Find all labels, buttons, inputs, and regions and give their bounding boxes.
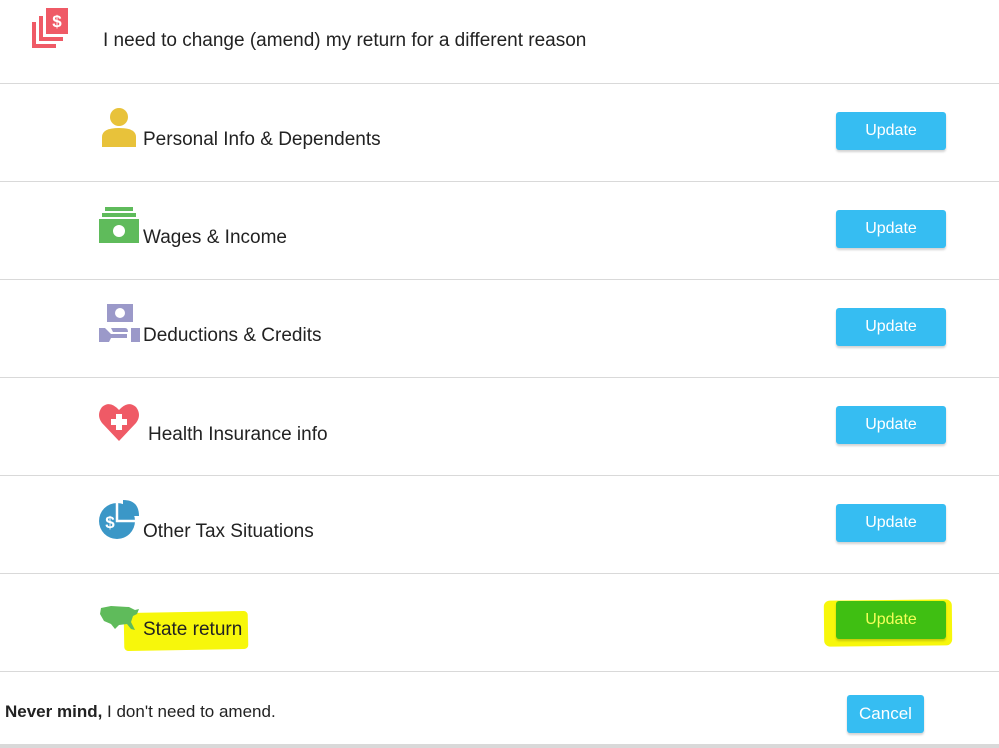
row-label: Personal Info & Dependents — [143, 129, 381, 150]
page-title: I need to change (amend) my return for a… — [103, 30, 587, 51]
row-label: Health Insurance info — [148, 424, 328, 445]
row-deductions-credits: Deductions & Credits Update — [0, 280, 999, 378]
row-personal-info: Personal Info & Dependents Update — [0, 84, 999, 182]
hand-money-icon — [99, 304, 140, 342]
update-other-tax-button[interactable]: Update — [836, 504, 946, 542]
row-wages-income: Wages & Income Update — [0, 182, 999, 280]
cash-icon — [99, 207, 139, 243]
never-mind-rest: I don't need to amend. — [102, 702, 276, 721]
row-other-tax: $ Other Tax Situations Update — [0, 476, 999, 574]
usa-map-icon — [100, 606, 139, 630]
heart-plus-icon — [99, 404, 139, 441]
update-wages-income-button[interactable]: Update — [836, 210, 946, 248]
footer: Never mind, I don't need to amend. Cance… — [0, 673, 999, 748]
amend-header: $ I need to change (amend) my return for… — [0, 0, 999, 84]
svg-text:$: $ — [105, 513, 115, 532]
row-label: Wages & Income — [143, 227, 287, 248]
row-label: Other Tax Situations — [143, 521, 314, 542]
stacked-dollar-bills-icon: $ — [32, 8, 68, 48]
update-state-return-button[interactable]: Update — [836, 601, 946, 639]
dollar-pie-icon: $ — [99, 500, 139, 539]
update-personal-info-button[interactable]: Update — [836, 112, 946, 150]
update-health-insurance-button[interactable]: Update — [836, 406, 946, 444]
row-state-return: State return Update — [0, 574, 999, 672]
never-mind-text: Never mind, I don't need to amend. — [5, 702, 276, 722]
row-health-insurance: Health Insurance info Update — [0, 378, 999, 476]
never-mind-bold: Never mind, — [5, 702, 103, 721]
person-icon — [102, 108, 136, 147]
update-deductions-credits-button[interactable]: Update — [836, 308, 946, 346]
svg-text:$: $ — [52, 12, 62, 31]
row-label: Deductions & Credits — [143, 325, 322, 346]
cancel-button[interactable]: Cancel — [847, 695, 924, 733]
row-label: State return — [143, 619, 243, 640]
